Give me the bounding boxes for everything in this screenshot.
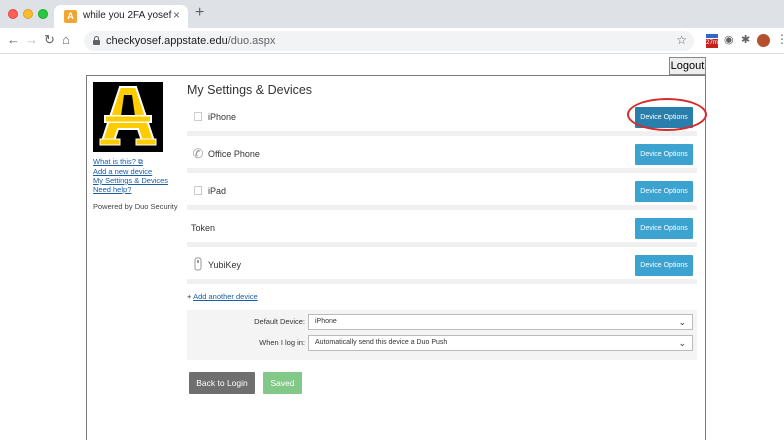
add-another-device: + Add another device bbox=[187, 292, 258, 301]
home-icon[interactable]: ⌂ bbox=[62, 32, 70, 47]
apple-icon:  bbox=[191, 109, 205, 125]
saved-button[interactable]: Saved bbox=[263, 372, 302, 394]
device-name: YubiKey bbox=[208, 260, 242, 270]
window-close-button[interactable] bbox=[8, 9, 18, 19]
left-column: What is this? ⧉ Add a new device My Sett… bbox=[93, 82, 181, 211]
window-minimize-button[interactable] bbox=[23, 9, 33, 19]
page-title: My Settings & Devices bbox=[187, 83, 313, 97]
browser-tab[interactable]: A while you 2FA yosef × bbox=[54, 5, 188, 28]
powered-by-text: Powered by Duo Security bbox=[93, 202, 178, 211]
annotation-circle bbox=[627, 98, 707, 131]
add-new-device-link[interactable]: Add a new device bbox=[93, 167, 181, 176]
extension-badge-icon[interactable]: 27m bbox=[706, 34, 718, 48]
device-options-button[interactable]: Device Options bbox=[635, 181, 693, 202]
extension-shield-icon[interactable]: ◉ bbox=[724, 33, 734, 46]
device-name: iPhone bbox=[208, 112, 237, 122]
appstate-a-logo-icon bbox=[99, 86, 157, 146]
when-login-label: When I log in: bbox=[259, 338, 305, 347]
tab-close-icon[interactable]: × bbox=[173, 8, 180, 22]
chevron-down-icon: ⌄ bbox=[678, 338, 686, 348]
when-login-select[interactable]: Automatically send this device a Duo Pus… bbox=[308, 335, 693, 351]
browser-tab-strip: A while you 2FA yosef × + bbox=[0, 0, 784, 28]
device-row-office-phone: ✆ Office Phone Device Options bbox=[187, 141, 697, 173]
device-row-iphone:  iPhone Device Options bbox=[187, 98, 707, 136]
default-device-select[interactable]: iPhone ⌄ bbox=[308, 314, 693, 330]
page-content: Logout What is this? ⧉ Add a new device … bbox=[0, 55, 784, 440]
settings-main: My Settings & Devices  iPhone Device Op… bbox=[187, 83, 707, 394]
settings-panel: Default Device: iPhone ⌄ When I log in: … bbox=[187, 310, 697, 360]
device-row-yubikey: YubiKey Device Options bbox=[187, 252, 697, 284]
favicon-icon: A bbox=[64, 10, 77, 23]
window-zoom-button[interactable] bbox=[38, 9, 48, 19]
my-settings-link[interactable]: My Settings & Devices bbox=[93, 176, 181, 185]
appstate-logo bbox=[93, 82, 163, 152]
action-buttons: Back to Login Saved bbox=[187, 372, 697, 394]
what-is-this-link[interactable]: What is this? ⧉ bbox=[93, 157, 181, 167]
reload-icon[interactable]: ↻ bbox=[44, 32, 55, 48]
profile-avatar[interactable] bbox=[757, 34, 770, 47]
new-tab-button[interactable]: + bbox=[195, 4, 204, 22]
extensions-puzzle-icon[interactable]: ✱ bbox=[741, 33, 750, 46]
device-name: Office Phone bbox=[208, 149, 260, 159]
phone-handset-icon: ✆ bbox=[192, 146, 204, 161]
need-help-link[interactable]: Need help? bbox=[93, 185, 181, 194]
device-row-token: Token Device Options bbox=[187, 215, 697, 247]
default-device-row: Default Device: iPhone ⌄ bbox=[187, 314, 697, 331]
apple-icon:  bbox=[191, 183, 205, 199]
external-link-icon: ⧉ bbox=[138, 159, 144, 166]
back-to-login-button[interactable]: Back to Login bbox=[189, 372, 255, 394]
forward-arrow-icon[interactable]: → bbox=[25, 32, 38, 47]
browser-menu-icon[interactable]: ⋮ bbox=[776, 32, 784, 46]
chevron-down-icon: ⌄ bbox=[678, 317, 686, 327]
device-row-ipad:  iPad Device Options bbox=[187, 178, 697, 210]
tab-title: while you 2FA yosef bbox=[83, 10, 172, 21]
back-arrow-icon[interactable]: ← bbox=[7, 32, 20, 47]
when-login-row: When I log in: Automatically send this d… bbox=[187, 335, 697, 352]
bookmark-star-icon[interactable]: ☆ bbox=[676, 33, 687, 47]
duo-frame: What is this? ⧉ Add a new device My Sett… bbox=[86, 75, 707, 440]
default-device-label: Default Device: bbox=[254, 317, 305, 326]
logout-button[interactable]: Logout bbox=[669, 57, 706, 75]
lock-icon[interactable] bbox=[93, 36, 100, 45]
device-options-button[interactable]: Device Options bbox=[635, 218, 693, 239]
usb-key-icon bbox=[191, 257, 205, 273]
device-options-button[interactable]: Device Options bbox=[635, 144, 693, 165]
browser-toolbar: ← → ↻ ⌂ checkyosef.appstate.edu/duo.aspx… bbox=[0, 28, 784, 54]
device-name: iPad bbox=[208, 186, 227, 196]
address-bar[interactable]: checkyosef.appstate.edu/duo.aspx ☆ bbox=[84, 31, 694, 51]
url-text: checkyosef.appstate.edu/duo.aspx bbox=[106, 35, 276, 47]
add-another-device-link[interactable]: Add another device bbox=[193, 292, 258, 301]
device-options-button[interactable]: Device Options bbox=[635, 255, 693, 276]
device-name: Token bbox=[191, 223, 216, 233]
